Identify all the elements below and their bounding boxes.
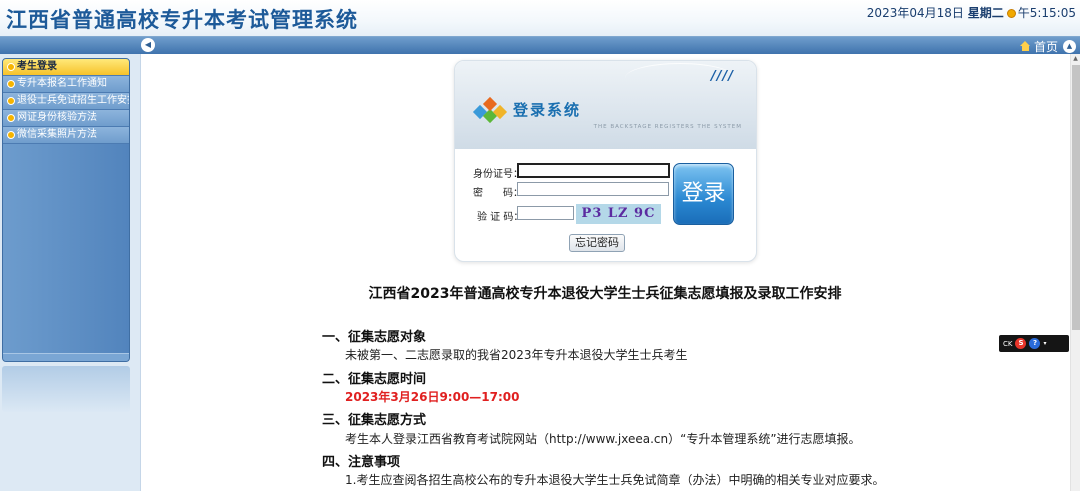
sidebar-item-label[interactable]: 考生登录 [17,59,57,75]
sidebar-footer [3,353,129,361]
home-icon[interactable] [1019,41,1031,51]
captcha-image[interactable]: P3 LZ 9C [576,204,661,224]
top-header: 江西省普通高校专升本考试管理系统 2023年04月18日 星期二 午5:15:05 [0,0,1080,36]
sidebar-item-id-verification[interactable]: 网证身份核验方法 [3,110,129,127]
sidebar-item-student-login[interactable]: 考生登录 [3,59,129,76]
sidebar-lower-panel [2,366,130,412]
home-link-area[interactable]: 首页 ▲ [1019,37,1076,55]
section-heading: 一、征集志愿对象 [322,330,427,345]
section-text: 1.考生应查阅各招生高校公布的专升本退役大学生士兵免试简章（办法）中明确的相关专… [345,473,885,487]
captcha-input[interactable] [517,206,574,220]
section-heading: 四、注意事项 [322,455,401,470]
system-title: 江西省普通高校专升本考试管理系统 [6,8,358,32]
scroll-up-arrow-icon[interactable]: ▲ [1071,54,1080,64]
forgot-password-button[interactable]: 忘记密码 [569,234,625,252]
password-label: 密 码： [473,188,523,199]
scroll-up-icon[interactable]: ▲ [1063,39,1076,53]
sidebar-item-label[interactable]: 退役士兵免试招生工作安排 [17,93,129,109]
id-number-input[interactable] [517,163,670,178]
sidebar-item-label[interactable]: 微信采集照片方法 [17,127,97,143]
toolbar-label: CK [1003,339,1013,348]
login-subtitle: THE BACKSTAGE REGISTERS THE SYSTEM [593,124,742,130]
sidebar-item-label[interactable]: 专升本报名工作通知 [17,76,107,92]
vertical-scrollbar[interactable]: ▲ [1070,54,1080,491]
section-text: 未被第一、二志愿录取的我省2023年专升本退役大学生士兵考生 [345,348,688,362]
sogou-icon[interactable]: S [1015,338,1027,349]
weekday-text: 星期二 [967,6,1004,20]
login-heading: 登录系统 [513,101,582,119]
section-text: 考生本人登录江西省教育考试院网站（http://www.jxeea.cn）“专升… [345,432,861,446]
help-icon[interactable]: ? [1029,338,1041,349]
sidebar-item-wechat-photo[interactable]: 微信采集照片方法 [3,127,129,144]
bullet-icon [7,114,15,122]
section-heading: 三、征集志愿方式 [322,413,427,428]
home-link[interactable]: 首页 [1034,38,1058,55]
sidebar-item-veteran-admission[interactable]: 退役士兵免试招生工作安排 [3,93,129,110]
floating-toolbar[interactable]: CK S ? ▾ [999,335,1069,352]
scrollbar-thumb[interactable] [1072,65,1080,330]
date-text: 2023年04月18日 [866,6,964,20]
bullet-icon [7,97,15,105]
datetime-display: 2023年04月18日 星期二 午5:15:05 [867,4,1076,21]
login-button[interactable]: 登录 [673,163,734,225]
sidebar-menu: 考生登录 专升本报名工作通知 退役士兵免试招生工作安排 网证身份核验方法 微信采… [2,58,130,362]
nav-bar: ◀ 首页 ▲ [0,36,1080,54]
clock-icon [1006,9,1016,18]
section-heading: 二、征集志愿时间 [322,372,427,387]
stripes-decoration-icon: //// [711,69,734,84]
logo-icon [471,93,509,124]
sidebar-item-registration-notice[interactable]: 专升本报名工作通知 [3,76,129,93]
password-input[interactable] [517,182,669,196]
id-number-label: 身份证号： [473,169,523,180]
bullet-icon [7,131,15,139]
bullet-icon [7,63,15,71]
dropdown-icon[interactable]: ▾ [1043,340,1046,347]
bullet-icon [7,80,15,88]
login-banner: //// 登录系统 THE BACKSTAGE REGISTERS THE SY… [455,61,756,149]
login-panel: //// 登录系统 THE BACKSTAGE REGISTERS THE SY… [454,60,757,262]
collapse-sidebar-button[interactable]: ◀ [141,38,155,52]
section-text-highlight: 2023年3月26日9:00—17:00 [345,390,520,404]
sidebar-item-label[interactable]: 网证身份核验方法 [17,110,97,126]
time-text: 午5:15:05 [1017,6,1076,20]
notice-title: 江西省2023年普通高校专升本退役大学生士兵征集志愿填报及录取工作安排 [368,286,842,302]
